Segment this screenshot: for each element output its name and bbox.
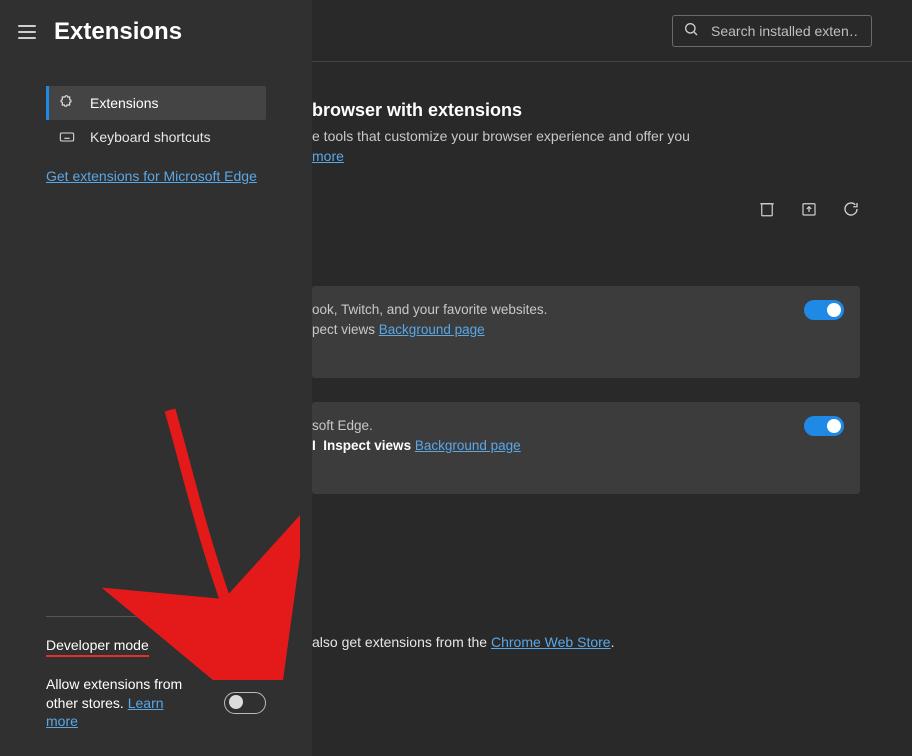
puzzle-icon [58, 95, 76, 111]
keyboard-icon [58, 129, 76, 145]
delete-icon[interactable] [758, 200, 776, 218]
developer-mode-row: Developer mode [46, 629, 266, 665]
chrome-web-store-link[interactable]: Chrome Web Store [491, 634, 611, 650]
sidebar: Extensions Extensions Keyboard shortcuts… [0, 0, 312, 756]
sidebar-item-shortcuts[interactable]: Keyboard shortcuts [46, 120, 266, 154]
extension-card: ook, Twitch, and your favorite websites.… [312, 286, 860, 378]
hero-more-link[interactable]: more [312, 148, 344, 164]
card-line: ook, Twitch, and your favorite websites. [312, 302, 547, 317]
store-link-row: Get extensions for Microsoft Edge [46, 168, 266, 184]
hero-title: browser with extensions [312, 100, 860, 121]
background-page-link[interactable]: Background page [379, 322, 485, 337]
get-extensions-link[interactable]: Get extensions for Microsoft Edge [46, 168, 257, 184]
reload-icon[interactable] [842, 200, 860, 218]
allow-other-stores-toggle[interactable] [224, 692, 266, 714]
search-icon [683, 21, 699, 42]
card-inspect-label: pect views [312, 322, 375, 337]
search-input[interactable] [709, 22, 861, 40]
background-page-link[interactable]: Background page [415, 438, 521, 453]
card-line: soft Edge. [312, 418, 373, 433]
hero-desc: e tools that customize your browser expe… [312, 127, 860, 166]
sidebar-item-extensions[interactable]: Extensions [46, 86, 266, 120]
extension-card: soft Edge. I Inspect views Background pa… [312, 402, 860, 494]
page-title: Extensions [54, 18, 182, 46]
divider [46, 616, 266, 617]
extension-toggle[interactable] [804, 300, 844, 320]
hero: browser with extensions e tools that cus… [312, 100, 860, 166]
load-unpacked-icon[interactable] [800, 200, 818, 218]
footer-note: also get extensions from the Chrome Web … [312, 634, 860, 650]
search-field[interactable] [672, 15, 872, 47]
card-sep: I [312, 438, 316, 453]
developer-mode-label: Developer mode [46, 638, 149, 657]
sidebar-item-label: Keyboard shortcuts [90, 129, 211, 145]
menu-icon[interactable] [18, 25, 36, 39]
action-row [312, 200, 860, 218]
card-inspect-label: Inspect views [323, 438, 411, 453]
allow-other-stores-row: Allow extensions from other stores. Lear… [46, 675, 266, 730]
sidebar-footer: Developer mode Allow extensions from oth… [0, 616, 312, 756]
extension-toggle[interactable] [804, 416, 844, 436]
sidebar-item-label: Extensions [90, 95, 158, 111]
sidebar-nav: Extensions Keyboard shortcuts Get extens… [0, 86, 312, 184]
developer-mode-toggle[interactable] [224, 636, 266, 658]
